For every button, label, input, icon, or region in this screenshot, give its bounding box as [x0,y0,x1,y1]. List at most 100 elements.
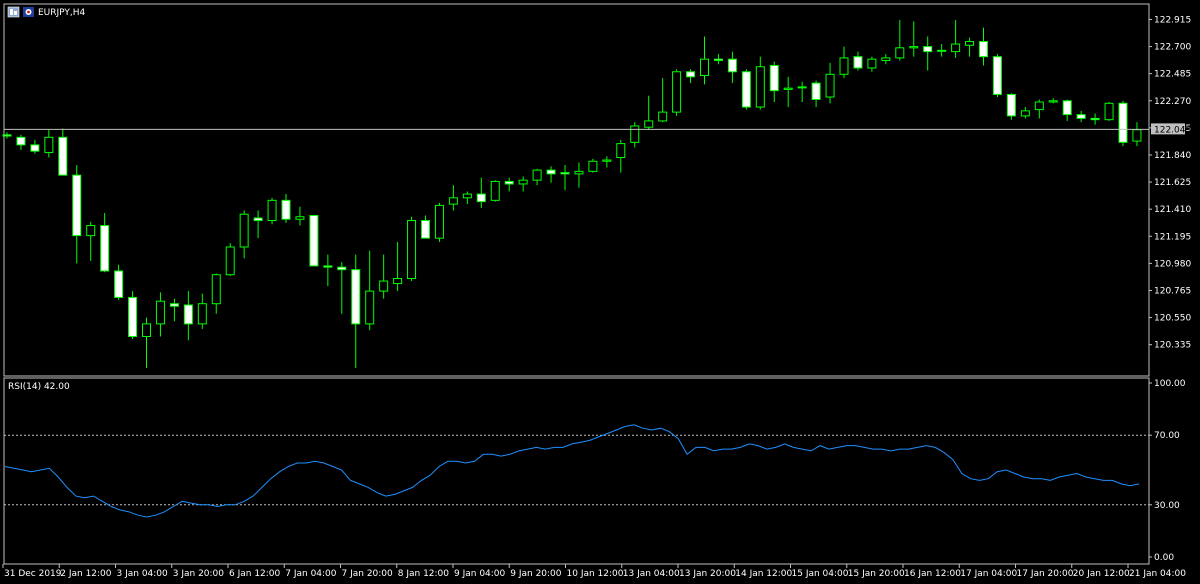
candle-body-bull [225,246,235,276]
candle-body-bear [741,71,751,108]
candle-body-bear [1006,93,1016,117]
candle-body-bull [211,274,221,305]
price-tick-label: 122.915 [1154,15,1191,25]
rsi-axis: 100.00 70.00 30.00 0.00 [1149,379,1186,563]
candle-body-bull [783,87,793,90]
candle-body-bull [379,280,389,292]
time-tick-label: 2 Jan 12:00 [60,569,112,579]
candle-body-bull [895,47,905,59]
candle-body-bull [700,58,709,77]
candle-body-bear [476,193,486,203]
candle-body-bull [1132,129,1142,142]
price-pane-frame [3,3,1150,377]
candle-body-bull [965,41,975,46]
candle-body-bull [239,213,249,248]
candle-body-bull [644,120,654,128]
candle [267,197,277,225]
candle-body-bull [44,136,54,153]
candle [309,214,319,267]
price-tick-label: 122.270 [1154,97,1191,107]
time-tick-label: 15 Jan 04:00 [792,569,849,579]
time-tick-label: 17 Jan 20:00 [1017,569,1074,579]
time-tick-label: 6 Jan 12:00 [229,569,281,579]
candle-body-bull [881,57,891,61]
candle-body-bull [393,278,403,285]
candle [490,180,500,202]
candle-body-bull [839,57,849,75]
time-tick-label: 15 Jan 20:00 [848,569,905,579]
candle-body-bear [811,82,821,101]
current-price-label: 122.043 [1151,123,1191,135]
candle-body-bull [462,193,472,199]
candle-body-bear [183,304,193,325]
candle [407,216,417,282]
candle-body-bull [1034,101,1044,111]
price-tick-label: 122.700 [1154,43,1191,53]
candle [434,202,444,242]
candle [1104,102,1114,121]
chart-window-icon[interactable] [7,6,20,18]
rsi-title: RSI(14) 42.00 [8,382,70,392]
rsi-pane-frame [3,377,1150,565]
candle [672,69,682,116]
candle [225,243,235,276]
candle-body-bear [128,296,138,337]
candle-body-bull [1048,100,1058,103]
candle-body-bear [923,46,933,53]
candle-body-bull [951,43,961,53]
symbol-title: EURJPY,H4 [38,8,86,18]
candle-body-bear [1062,100,1072,116]
candle-body-bear [421,220,430,239]
candle-body-bear [30,144,40,152]
time-tick-label: 7 Jan 04:00 [285,569,337,579]
candle-body-bear [686,71,696,78]
candle-body-bull [197,303,207,325]
candle-body-bull [574,170,584,175]
price-pane[interactable]: EURJPY,H4 122.915 122.700 122.485 122.270 12… [2,3,1191,377]
price-axis: 122.915122.700122.485122.270122.055121.8… [1149,15,1191,351]
candle-body-bear [309,214,319,267]
candle [1118,100,1128,147]
candle-body-bear [1118,102,1128,143]
candle-body-bull [434,204,444,239]
candle-body-bear [504,180,514,185]
candle-body-bear [16,136,26,146]
candle-body-bear [992,56,1002,95]
rsi-tick-label: 70.00 [1154,431,1180,441]
rsi-tick-label: 0.00 [1154,553,1174,563]
candle-body-bull [672,71,682,113]
time-tick-label: 17 Jan 04:00 [960,569,1017,579]
candle-body-bear [169,303,179,307]
candle-body-bull [518,179,528,185]
candle-body-bear [114,270,124,298]
time-tick-label: 31 Dec 2019 [4,569,62,579]
candle-body-bull [1104,102,1114,121]
time-tick-label: 9 Jan 04:00 [454,569,506,579]
candle-body-bull [797,86,807,89]
candle [1006,93,1016,120]
candle-body-bear [351,269,361,325]
candle-body-bull [825,73,835,98]
time-tick-label: 21 Jan 04:00 [1129,569,1186,579]
candle-body-bear [769,64,779,92]
rsi-tick-label: 30.00 [1154,501,1180,511]
candle-body-bear [323,265,333,268]
candle-body-bull [407,220,417,279]
time-axis: 31 Dec 20192 Jan 12:00 3 Jan 04:00 3 Jan 2… [2,564,1186,579]
candle-body-bull [755,66,765,108]
candle-body-bear [1076,114,1086,119]
candle-body-bear [2,134,12,137]
candle-body-bear [100,225,110,272]
candle-body-bull [142,323,151,337]
price-tick-label: 121.410 [1154,205,1191,215]
candle-body-bear [281,199,291,220]
candle-body-bull [588,160,598,172]
price-tick-label: 120.550 [1154,314,1191,324]
time-tick-label: 8 Jan 12:00 [398,569,450,579]
rsi-pane[interactable]: RSI(14) 42.00 100.00 70.00 30.00 0.00 [3,377,1186,565]
chart-canvas[interactable]: EURJPY,H4 122.915 122.700 122.485 122.270 12… [0,0,1200,584]
time-tick-label: 16 Jan 12:00 [904,569,961,579]
candle-body-bull [630,125,640,143]
candle-body-bear [546,169,556,175]
candle-body-bull [155,300,165,325]
